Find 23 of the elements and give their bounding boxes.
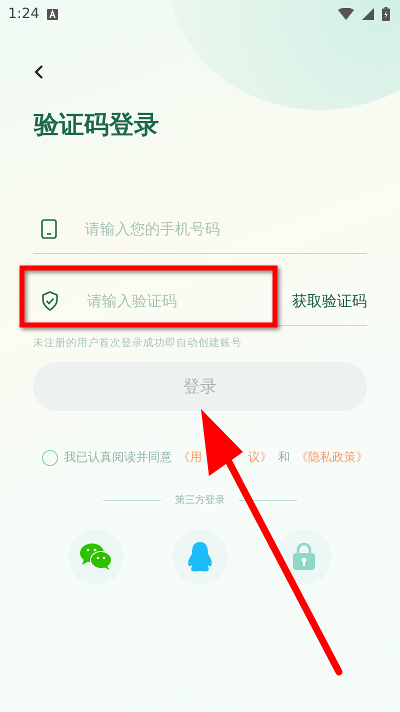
signal-icon [362, 8, 374, 20]
privacy-policy-link[interactable]: 《隐私政策》 [296, 449, 368, 466]
lock-icon [292, 543, 316, 571]
chat-bubbles-icon [79, 543, 113, 571]
agreement-radio[interactable] [42, 450, 58, 466]
agreement-joiner: 和 [278, 449, 290, 466]
user-agreement-link[interactable]: 《用 [178, 449, 202, 466]
keyboard-notification-icon [47, 8, 58, 20]
agreement-text: 我已认真阅读并同意 [64, 449, 172, 466]
registration-hint: 未注册的用户首次登录成功即自动创建账号 [33, 336, 243, 350]
phone-icon [41, 219, 57, 239]
phone-input-field[interactable]: 请输入您的手机号码 [83, 220, 367, 238]
battery-icon [382, 7, 390, 21]
user-agreement-link[interactable]: 议》 [248, 449, 272, 466]
third-party-label: 第三方登录 [175, 494, 225, 507]
penguin-icon [186, 541, 214, 573]
get-code-button[interactable]: 获取验证码 [292, 292, 367, 310]
status-time: 1:24 [8, 6, 40, 22]
wifi-icon [338, 8, 354, 20]
page-title: 验证码登录 [34, 109, 160, 141]
code-input-field[interactable]: 请输入验证码 [85, 292, 266, 310]
back-icon [34, 64, 44, 80]
shield-check-icon [41, 291, 59, 311]
